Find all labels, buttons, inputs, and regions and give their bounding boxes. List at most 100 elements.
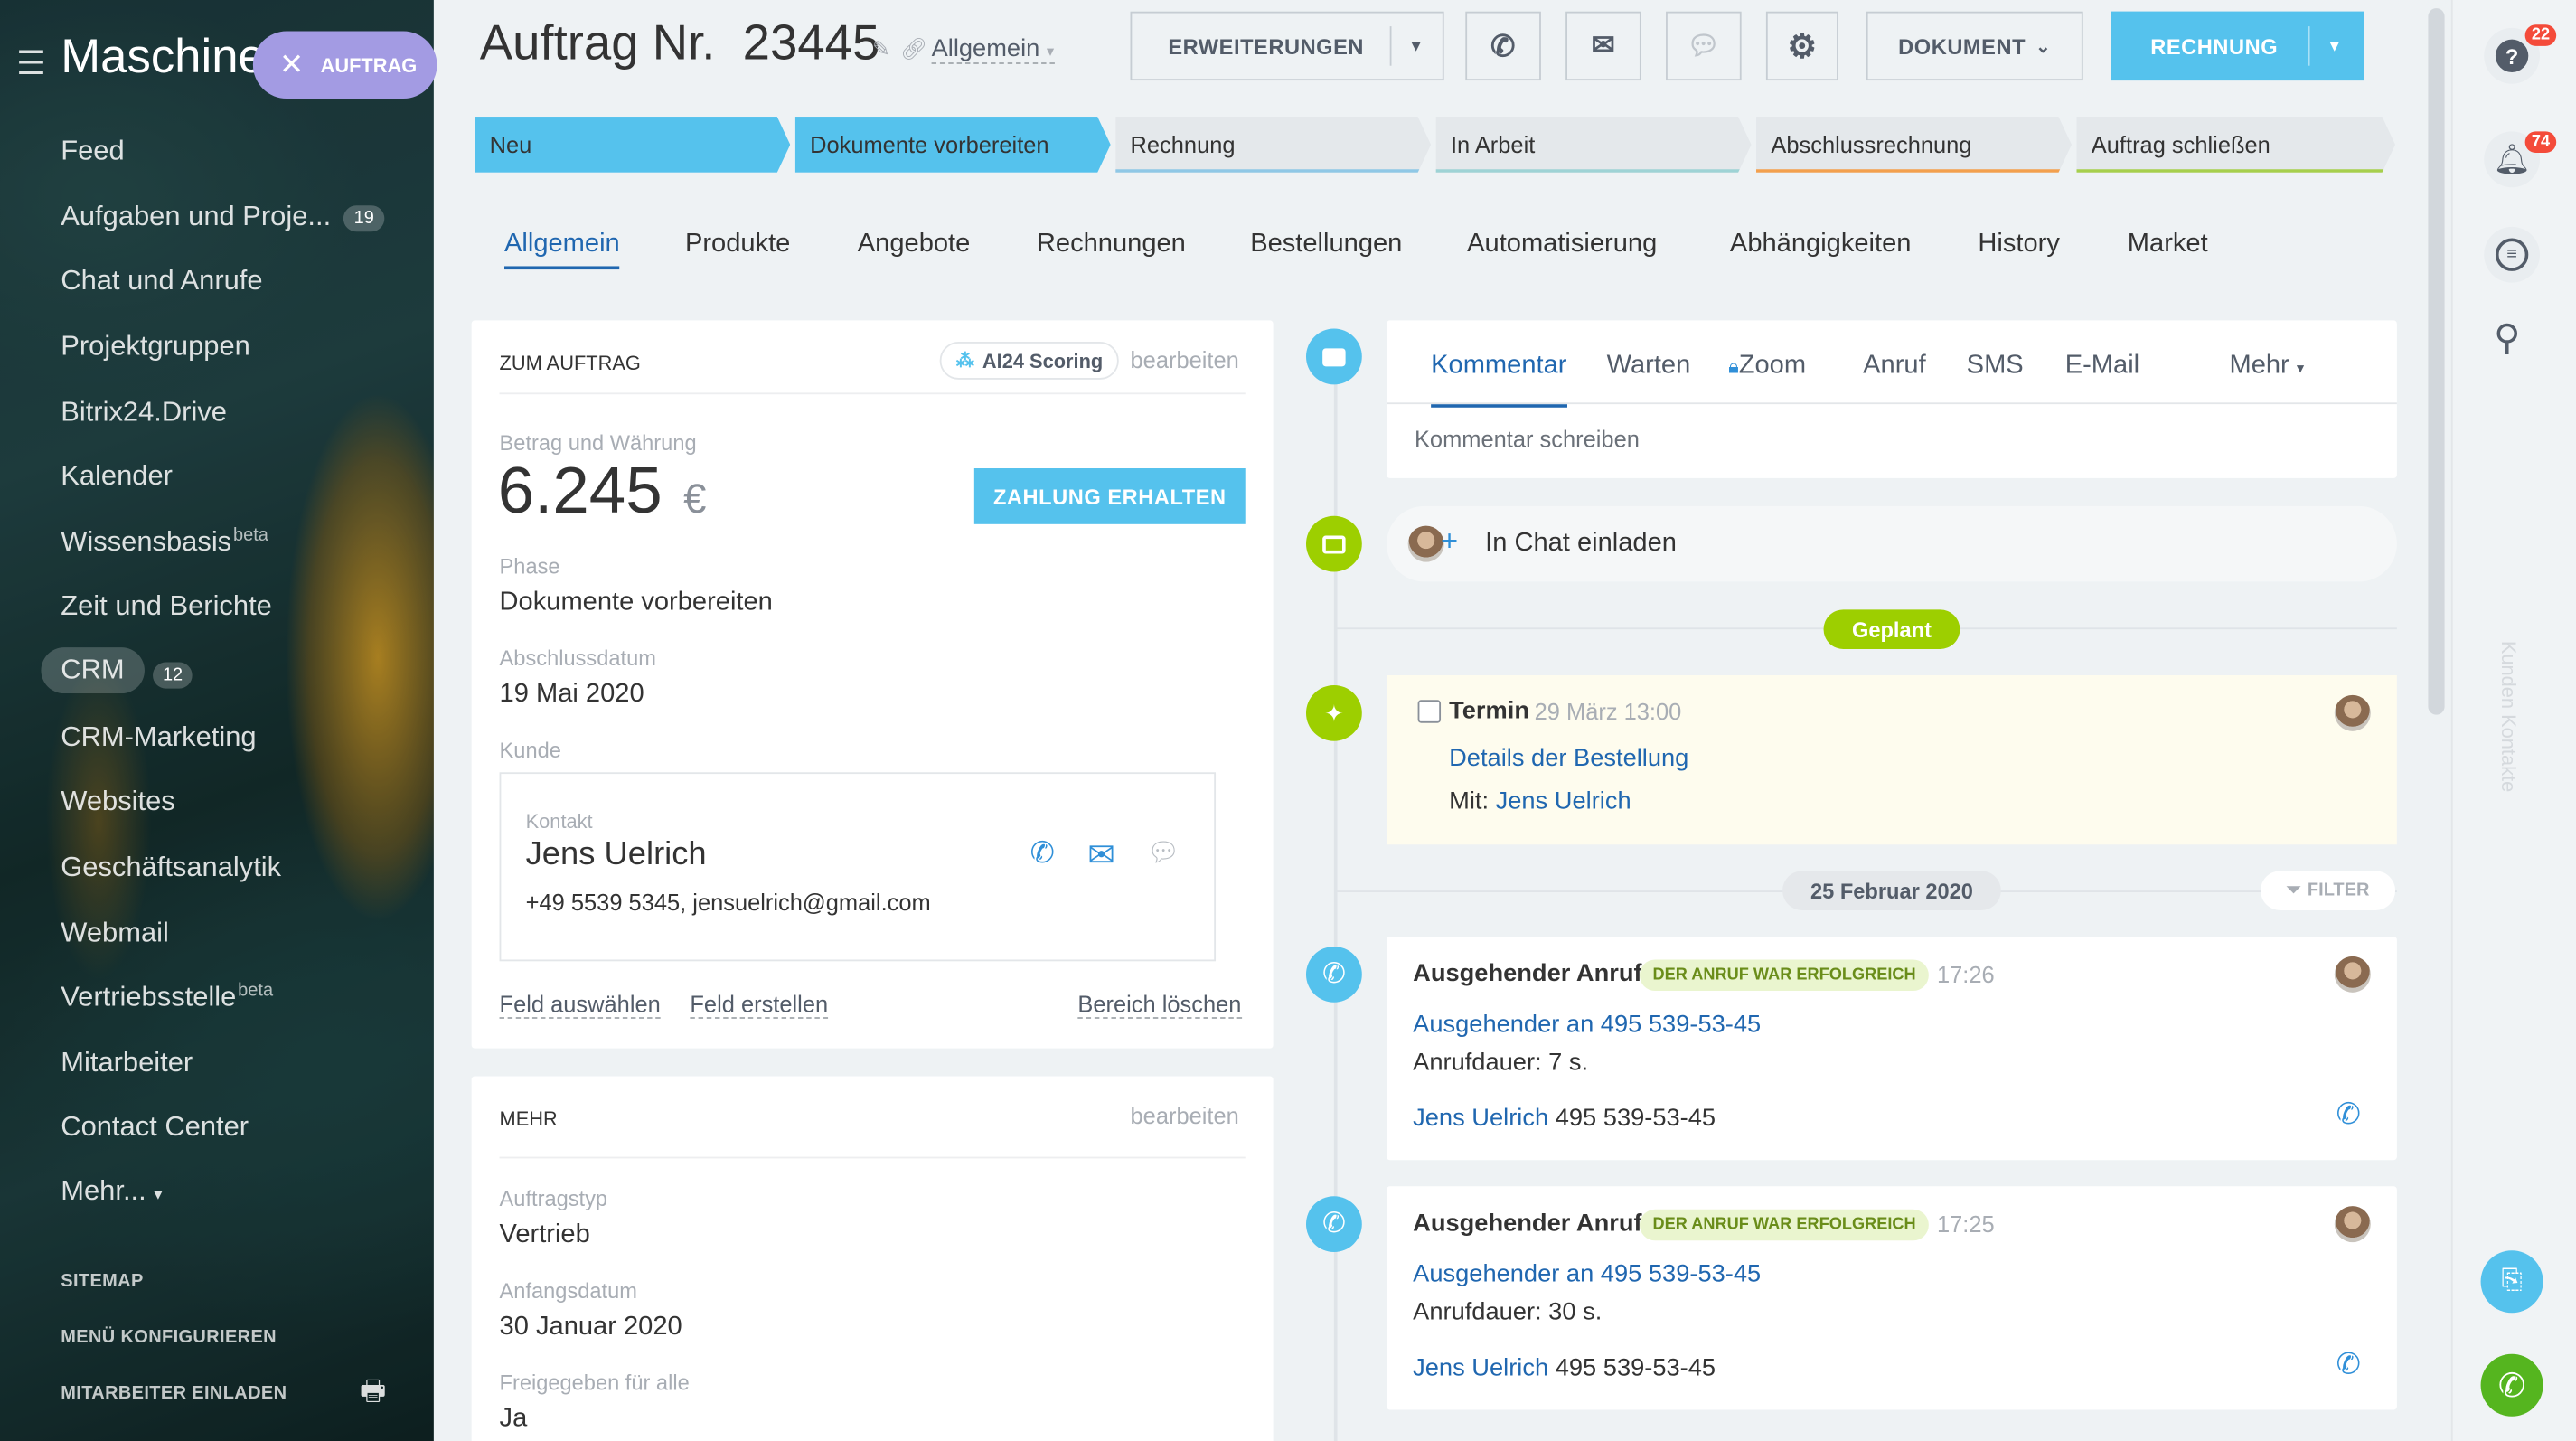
search-icon[interactable]: ⚲ (2494, 317, 2520, 360)
phone-icon[interactable]: ✆ (2336, 1097, 2361, 1132)
tab-products[interactable]: Produkte (685, 230, 790, 259)
call-contact: Jens Uelrich 495 539-53-45 (1413, 1104, 1716, 1132)
meeting-with: Mit: Jens Uelrich (1449, 787, 1631, 815)
sidebar-item-crm-marketing[interactable]: CRM-Marketing (61, 721, 256, 754)
document-phone-icon[interactable]: ⎘ (2480, 1250, 2543, 1314)
stage-new[interactable]: Neu (475, 117, 790, 173)
invite-chat-bar[interactable]: + In Chat einladen (1387, 505, 2397, 582)
customer-contacts-tab[interactable]: Kunden Kontakte (2497, 641, 2520, 792)
messenger-button[interactable]: ≡ (2484, 226, 2541, 283)
tab-offers[interactable]: Angebote (858, 230, 971, 259)
chat-button[interactable]: 💬︎ (1666, 11, 1742, 81)
tab-sms[interactable]: SMS (1967, 352, 2024, 381)
link-icon[interactable]: 🔗︎ (900, 36, 927, 62)
receive-payment-button[interactable]: ZAHLUNG ERHALTEN (973, 468, 1246, 524)
sidebar-item-webmail[interactable]: Webmail (61, 917, 169, 949)
document-button[interactable]: DOKUMENT ⌄ (1866, 11, 2083, 81)
sidebar-item-label: CRM (61, 654, 125, 685)
stage-invoice[interactable]: Rechnung (1115, 117, 1431, 173)
phone-icon[interactable]: ✆ (1030, 836, 1055, 871)
tab-zoom[interactable]: 🔒︎Zoom (1728, 352, 1806, 381)
sidebar-item-sales[interactable]: Vertriebsstelle beta (61, 981, 273, 1013)
call-status-badge: DER ANRUF WAR ERFOLGREICH (1639, 959, 1930, 992)
tab-call[interactable]: Anruf (1863, 352, 1926, 381)
order-type-label: Auftragstyp (499, 1186, 608, 1211)
tab-email[interactable]: E-Mail (2065, 352, 2139, 381)
call-target-link[interactable]: Ausgehender an 495 539-53-45 (1413, 1260, 1761, 1288)
ai-scoring-button[interactable]: ⁂ AI24 Scoring (939, 342, 1120, 380)
tab-comment[interactable]: Kommentar (1431, 352, 1567, 408)
date-separator: 25 Februar 2020 (1782, 871, 2001, 910)
stage-close-order[interactable]: Auftrag schließen (2076, 117, 2395, 173)
sitemap-link[interactable]: SITEMAP (61, 1272, 143, 1292)
call-target-link[interactable]: Ausgehender an 495 539-53-45 (1413, 1011, 1761, 1039)
settings-button[interactable]: ⚙ (1765, 11, 1838, 81)
tab-wait[interactable]: Warten (1607, 352, 1691, 381)
tab-automation[interactable]: Automatisierung (1467, 230, 1657, 259)
tab-general[interactable]: Allgemein (504, 230, 620, 270)
document-label: DOKUMENT (1898, 33, 2026, 59)
contact-name[interactable]: Jens Uelrich (526, 836, 707, 874)
sidebar-item-feed[interactable]: Feed (61, 135, 124, 167)
sidebar-item-tasks[interactable]: Aufgaben und Proje... 19 (61, 201, 384, 233)
sidebar-item-time[interactable]: Zeit und Berichte (61, 590, 272, 623)
filter-button[interactable]: ⏷ FILTER (2261, 871, 2396, 910)
invite-employees-link[interactable]: MITARBEITER EINLADEN (61, 1383, 287, 1403)
tab-orders[interactable]: Bestellungen (1250, 230, 1402, 259)
sidebar-item-websites[interactable]: Websites (61, 786, 175, 818)
create-field-link[interactable]: Feld erstellen (690, 991, 829, 1019)
printer-icon[interactable]: 🖶 (360, 1370, 386, 1418)
edit-link[interactable]: bearbeiten (1131, 1103, 1239, 1129)
stage-documents[interactable]: Dokumente vorbereiten (795, 117, 1111, 173)
with-contact-link[interactable]: Jens Uelrich (1496, 787, 1631, 815)
sidebar-item-knowledge[interactable]: Wissensbasis beta (61, 526, 268, 559)
delete-section-link[interactable]: Bereich löschen (1077, 991, 1242, 1019)
close-order-pill[interactable]: ✕ AUFTRAG (252, 31, 437, 99)
phone-icon[interactable]: ✆ (2336, 1347, 2361, 1381)
envelope-icon[interactable]: ✉ (1087, 834, 1114, 875)
edit-link[interactable]: bearbeiten (1131, 347, 1239, 373)
phone-icon[interactable]: ✆ (2480, 1353, 2543, 1417)
sidebar-item-crm[interactable]: CRM (41, 647, 145, 694)
order-type-value: Vertrieb (499, 1220, 590, 1249)
scrollbar-thumb[interactable] (2428, 8, 2445, 715)
sidebar-item-employees[interactable]: Mitarbeiter (61, 1047, 193, 1079)
funnel-icon: ⏷ (2286, 880, 2301, 900)
comment-input[interactable]: Kommentar schreiben (1415, 426, 1640, 452)
complete-checkbox[interactable] (1417, 700, 1442, 723)
sidebar-item-chat[interactable]: Chat und Anrufe (61, 265, 262, 297)
tab-history[interactable]: History (1978, 230, 2059, 259)
configure-menu-link[interactable]: MENÜ KONFIGURIEREN (61, 1328, 277, 1348)
sidebar-item-analytics[interactable]: Geschäftsanalytik (61, 852, 281, 884)
portal-title[interactable]: Maschine (61, 32, 265, 86)
pencil-icon[interactable]: ✎ (872, 36, 890, 62)
stage-in-progress[interactable]: In Arbeit (1436, 117, 1752, 173)
sidebar-item-calendar[interactable]: Kalender (61, 460, 173, 493)
tab-invoices[interactable]: Rechnungen (1037, 230, 1186, 259)
menu-icon[interactable]: ☰ (16, 42, 46, 83)
sidebar-item-label: Feed (61, 135, 125, 166)
email-button[interactable]: ✉ (1565, 11, 1641, 81)
stage-final-invoice[interactable]: Abschlussrechnung (1756, 117, 2072, 173)
tab-dependencies[interactable]: Abhängigkeiten (1730, 230, 1912, 259)
category-selector[interactable]: Allgemein ▾ (931, 34, 1055, 64)
call-card: Ausgehender Anruf DER ANRUF WAR ERFOLGRE… (1387, 937, 2397, 1161)
sidebar-item-label: Projektgruppen (61, 330, 250, 362)
lock-icon: 🔒︎ (1728, 354, 1739, 379)
tab-market[interactable]: Market (2128, 230, 2208, 259)
sidebar-item-groups[interactable]: Projektgruppen (61, 330, 250, 363)
sidebar-item-contact-center[interactable]: Contact Center (61, 1111, 249, 1144)
chat-bubbles-icon[interactable]: 💬︎ (1147, 836, 1180, 869)
sidebar-item-more[interactable]: Mehr... ▾ (61, 1175, 162, 1208)
contact-link[interactable]: Jens Uelrich (1413, 1354, 1548, 1382)
phone-button[interactable]: ✆ (1465, 11, 1541, 81)
select-field-link[interactable]: Feld auswählen (499, 991, 661, 1019)
tab-more[interactable]: Mehr ▾ (2229, 352, 2304, 381)
invoice-button[interactable]: RECHNUNG ▼ (2111, 11, 2364, 81)
extensions-button[interactable]: ERWEITERUNGEN ▼ (1130, 11, 1444, 81)
sidebar-item-label: Mehr... (61, 1174, 146, 1207)
contact-link[interactable]: Jens Uelrich (1413, 1104, 1548, 1132)
sidebar-item-drive[interactable]: Bitrix24.Drive (61, 396, 227, 429)
meeting-subject-link[interactable]: Details der Bestellung (1449, 744, 1688, 772)
phone-icon: ✆ (1305, 1196, 1362, 1253)
